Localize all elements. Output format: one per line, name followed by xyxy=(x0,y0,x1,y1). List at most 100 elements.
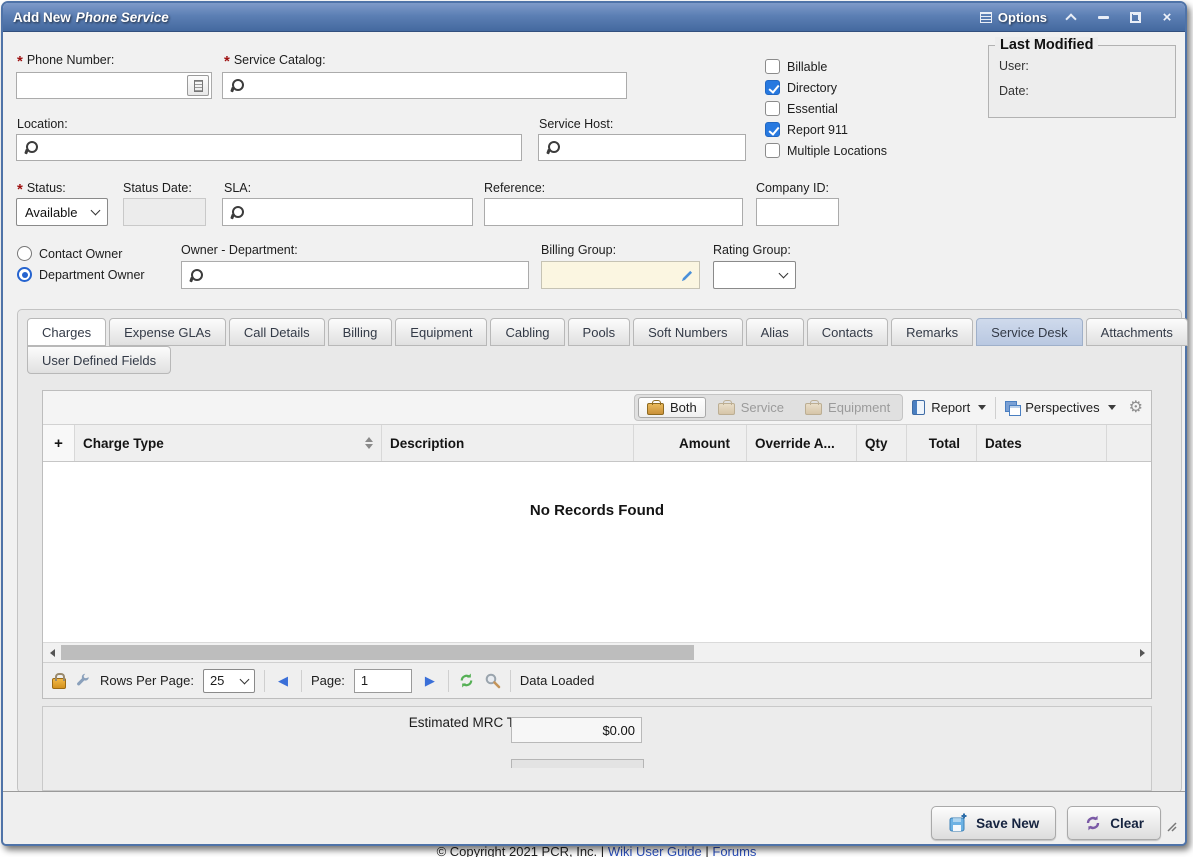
tab-user-defined-fields[interactable]: User Defined Fields xyxy=(27,346,171,374)
horizontal-scrollbar[interactable] xyxy=(43,642,1151,662)
scrollbar-thumb[interactable] xyxy=(61,645,694,660)
multiple-locations-checkbox-row[interactable]: Multiple Locations xyxy=(765,143,887,158)
column-header-charge-type[interactable]: Charge Type xyxy=(75,425,382,461)
view-both-button[interactable]: Both xyxy=(638,397,706,418)
magnifier-icon[interactable] xyxy=(484,672,501,689)
tab-call-details[interactable]: Call Details xyxy=(229,318,325,346)
rating-group-select[interactable] xyxy=(713,261,796,289)
pager-divider xyxy=(448,670,449,692)
popout-button[interactable] xyxy=(1127,9,1143,25)
refresh-icon[interactable] xyxy=(458,672,475,689)
arrow-left-icon xyxy=(50,649,55,657)
minimize-button[interactable] xyxy=(1095,9,1111,25)
tab-cabling[interactable]: Cabling xyxy=(490,318,564,346)
search-icon xyxy=(188,268,202,283)
add-row-header[interactable]: + xyxy=(43,425,75,461)
directory-checkbox-row[interactable]: Directory xyxy=(765,80,837,95)
rows-per-page-label: Rows Per Page: xyxy=(100,673,194,688)
pager-divider xyxy=(301,670,302,692)
save-new-button[interactable]: Save New xyxy=(931,806,1056,840)
contact-owner-radio[interactable]: Contact Owner xyxy=(17,246,122,261)
checkbox-icon[interactable] xyxy=(765,80,780,95)
tab-remarks[interactable]: Remarks xyxy=(891,318,973,346)
next-page-button[interactable]: ▶ xyxy=(421,673,439,689)
rows-per-page-select[interactable]: 25 xyxy=(203,669,255,693)
wrench-icon[interactable] xyxy=(75,673,91,689)
tab-attachments[interactable]: Attachments xyxy=(1086,318,1188,346)
pager-divider xyxy=(510,670,511,692)
view-service-button[interactable]: Service xyxy=(709,397,793,418)
page-label: Page: xyxy=(311,673,345,688)
tab-equipment[interactable]: Equipment xyxy=(395,318,487,346)
reference-input[interactable] xyxy=(484,198,743,226)
column-header-description[interactable]: Description xyxy=(382,425,634,461)
grid-body: No Records Found xyxy=(43,462,1151,642)
arrow-right-icon xyxy=(1140,649,1145,657)
column-header-override-amount[interactable]: Override A... xyxy=(747,425,857,461)
phone-lookup-button[interactable] xyxy=(187,75,209,96)
service-catalog-label: *Service Catalog: xyxy=(224,53,326,67)
sla-input[interactable] xyxy=(222,198,473,226)
page-number-input[interactable]: 1 xyxy=(354,669,412,693)
tab-expense-glas[interactable]: Expense GLAs xyxy=(109,318,226,346)
tab-alias[interactable]: Alias xyxy=(746,318,804,346)
company-id-label: Company ID: xyxy=(756,181,829,195)
view-equipment-button[interactable]: Equipment xyxy=(796,397,899,418)
report-911-checkbox-row[interactable]: Report 911 xyxy=(765,122,848,137)
perspectives-menu-button[interactable]: Perspectives xyxy=(1005,400,1115,415)
search-icon xyxy=(229,205,243,220)
company-id-input[interactable] xyxy=(756,198,839,226)
checkbox-icon[interactable] xyxy=(765,143,780,158)
gear-icon[interactable]: ⚙ xyxy=(1129,400,1143,416)
department-owner-radio[interactable]: Department Owner xyxy=(17,267,145,282)
chevron-down-icon xyxy=(91,206,101,216)
caret-down-icon xyxy=(1108,405,1116,410)
clear-button[interactable]: Clear xyxy=(1067,806,1161,840)
tab-charges[interactable]: Charges xyxy=(27,318,106,346)
radio-icon[interactable] xyxy=(17,267,32,282)
tab-billing[interactable]: Billing xyxy=(328,318,393,346)
status-date-label: Status Date: xyxy=(123,181,192,195)
service-host-input[interactable] xyxy=(538,134,746,161)
tab-contacts[interactable]: Contacts xyxy=(807,318,888,346)
column-header-total[interactable]: Total xyxy=(907,425,977,461)
tab-pools[interactable]: Pools xyxy=(568,318,631,346)
essential-checkbox-row[interactable]: Essential xyxy=(765,101,838,116)
grid-pager: Rows Per Page: 25 ◀ Page: 1 ▶ Data Loade… xyxy=(43,662,1151,698)
location-input[interactable] xyxy=(16,134,522,161)
checkbox-icon[interactable] xyxy=(765,59,780,74)
scroll-right-button[interactable] xyxy=(1134,645,1150,661)
collapse-button[interactable] xyxy=(1063,9,1079,25)
service-host-label: Service Host: xyxy=(539,117,613,131)
tab-service-desk[interactable]: Service Desk xyxy=(976,318,1083,346)
tab-soft-numbers[interactable]: Soft Numbers xyxy=(633,318,742,346)
report-menu-button[interactable]: Report xyxy=(912,400,986,415)
column-header-dates[interactable]: Dates xyxy=(977,425,1107,461)
sort-icon[interactable] xyxy=(365,437,373,449)
billable-checkbox-row[interactable]: Billable xyxy=(765,59,827,74)
billing-group-input[interactable] xyxy=(541,261,700,289)
lock-icon[interactable] xyxy=(52,678,66,689)
service-catalog-input[interactable] xyxy=(222,72,627,99)
checkbox-icon[interactable] xyxy=(765,101,780,116)
checkbox-icon[interactable] xyxy=(765,122,780,137)
owner-department-input[interactable] xyxy=(181,261,529,289)
dialog-titlebar[interactable]: Add NewPhone Service Options × xyxy=(3,3,1185,32)
previous-page-button[interactable]: ◀ xyxy=(274,673,292,689)
status-select[interactable]: Available xyxy=(16,198,108,226)
close-icon: × xyxy=(1163,10,1172,25)
report-icon xyxy=(912,400,925,415)
clear-icon xyxy=(1084,814,1102,832)
radio-icon[interactable] xyxy=(17,246,32,261)
resize-handle[interactable] xyxy=(1161,816,1177,832)
column-header-amount[interactable]: Amount xyxy=(634,425,747,461)
owner-department-label: Owner - Department: xyxy=(181,243,298,257)
scroll-left-button[interactable] xyxy=(44,645,60,661)
options-button[interactable]: Options xyxy=(980,10,1047,25)
close-button[interactable]: × xyxy=(1159,9,1175,25)
pager-divider xyxy=(264,670,265,692)
column-header-qty[interactable]: Qty xyxy=(857,425,907,461)
pencil-icon[interactable] xyxy=(680,269,693,282)
toolbox-icon xyxy=(647,403,664,415)
phone-number-input[interactable] xyxy=(16,72,212,99)
